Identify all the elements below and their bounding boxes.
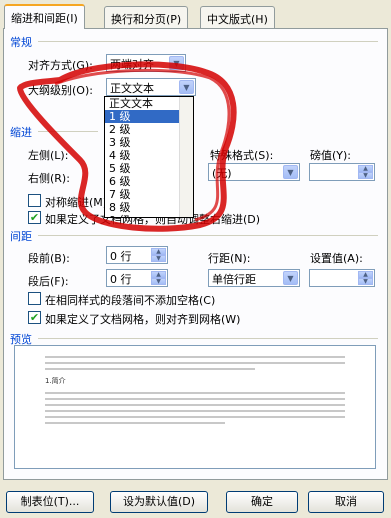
set-default-button[interactable]: 设为默认值(D) [110,491,208,513]
space-before-label: 段前(B): [28,252,70,265]
tab-indent-spacing[interactable]: 缩进和间距(I) [4,4,85,29]
preview-line [45,368,255,370]
alignment-select[interactable]: 两端对齐 ▼ [106,54,186,72]
line-spacing-label: 行距(N): [208,252,251,265]
line-spacing-select[interactable]: 单倍行距 ▼ [208,269,300,287]
preview-line [45,416,345,418]
divider [38,131,98,132]
divider [38,235,378,236]
spin-up-icon[interactable]: ▲ [151,271,166,278]
spin-up-icon[interactable]: ▲ [358,271,373,278]
tab-stops-button[interactable]: 制表位(T)... [6,491,94,513]
space-after-label: 段后(F): [28,275,69,288]
alignment-label: 对齐方式(G): [28,59,93,72]
section-general: 常规 [10,36,32,49]
no-space-same-style-checkbox[interactable] [28,292,41,305]
preview-line [45,404,345,406]
special-indent-label: 特殊格式(S): [210,149,274,162]
auto-adjust-right-indent-checkbox[interactable]: ✔ [28,211,41,224]
section-spacing: 间距 [10,230,32,243]
spacing-at-field[interactable]: ▲ ▼ [309,269,375,287]
space-before-value: 0 行 [110,250,132,263]
alignment-value: 两端对齐 [110,58,154,71]
preview-sample-text: 1.简介 [45,377,66,385]
dropdown-scrollbar[interactable] [179,97,193,217]
outline-level-select[interactable]: 正文文本 ▼ [106,78,196,96]
chevron-down-icon[interactable]: ▼ [283,165,298,179]
space-after-value: 0 行 [110,273,132,286]
outline-level-dropdown-list[interactable]: 正文文本 1 级 2 级 3 级 4 级 5 级 6 级 7 级 8 级 9 级 [104,96,194,218]
chevron-down-icon[interactable]: ▼ [169,56,184,70]
preview-line [45,356,345,358]
line-spacing-value: 单倍行距 [212,273,256,286]
divider [38,41,378,42]
spin-down-icon[interactable]: ▼ [151,255,166,262]
snap-to-grid-label: 如果定义了文档网格，则对齐到网格(W) [45,313,241,326]
chevron-down-icon[interactable]: ▼ [283,271,298,285]
outline-level-label: 大纲级别(O): [28,84,93,97]
indent-by-label: 磅值(Y): [310,149,352,162]
special-indent-value: (无) [212,167,232,180]
spin-down-icon[interactable]: ▼ [151,278,166,285]
preview-line [45,362,345,364]
symmetric-indent-label: 对称缩进(M) [45,196,108,209]
special-indent-select[interactable]: (无) ▼ [208,163,300,181]
divider [38,338,378,339]
left-indent-label: 左侧(L): [28,149,69,162]
indent-by-field[interactable]: ▲ ▼ [309,163,375,181]
tab-line-page-breaks[interactable]: 换行和分页(P) [104,6,189,28]
spacing-at-label: 设置值(A): [310,252,363,265]
chevron-down-icon[interactable]: ▼ [179,80,194,94]
tab-asian-typography[interactable]: 中文版式(H) [200,6,275,28]
spin-down-icon[interactable]: ▼ [358,278,373,285]
preview-line [45,410,345,412]
cancel-button[interactable]: 取消 [308,491,384,513]
preview-pane: 1.简介 [14,345,376,469]
spin-down-icon[interactable]: ▼ [358,172,373,179]
preview-line [45,398,345,400]
symmetric-indent-checkbox[interactable] [28,194,41,207]
no-space-same-style-label: 在相同样式的段落间不添加空格(C) [45,294,216,307]
right-indent-label: 右侧(R): [28,172,70,185]
space-before-field[interactable]: 0 行 ▲ ▼ [106,246,168,264]
space-after-field[interactable]: 0 行 ▲ ▼ [106,269,168,287]
spin-up-icon[interactable]: ▲ [151,248,166,255]
spin-up-icon[interactable]: ▲ [358,165,373,172]
preview-line [45,422,225,424]
preview-line [45,392,345,394]
section-indent: 缩进 [10,126,32,139]
snap-to-grid-checkbox[interactable]: ✔ [28,311,41,324]
outline-level-value: 正文文本 [110,82,154,95]
ok-button[interactable]: 确定 [226,491,298,513]
